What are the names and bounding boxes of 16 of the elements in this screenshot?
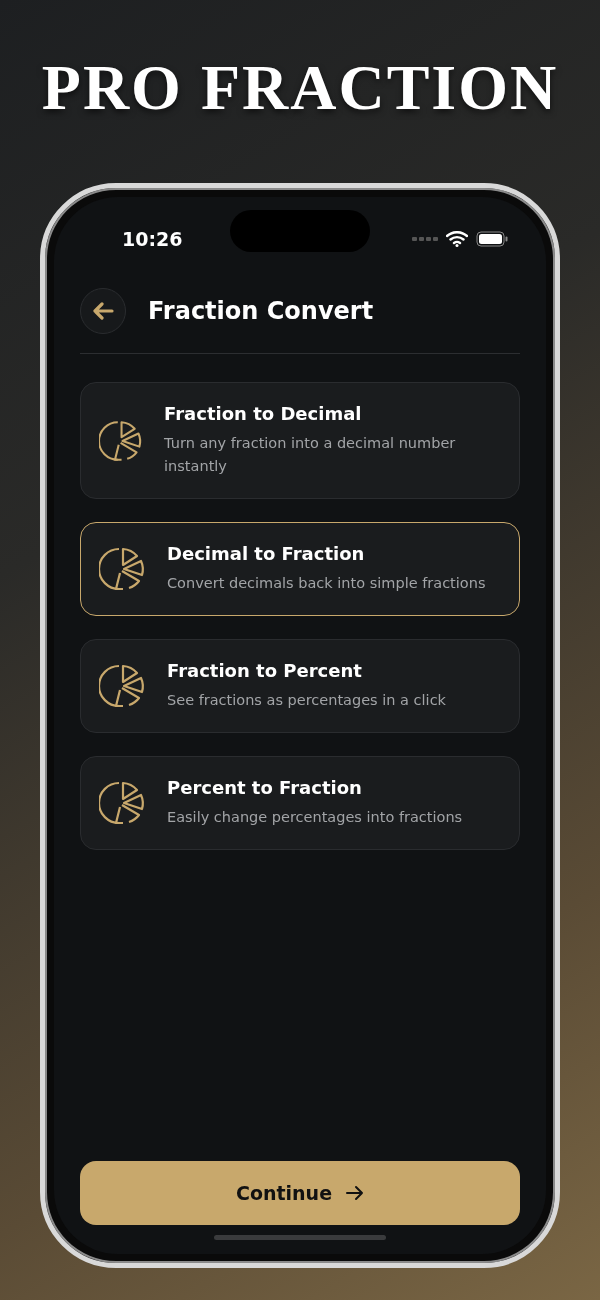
conversion-option-card[interactable]: Decimal to Fraction Convert decimals back into simple fractions (80, 522, 520, 616)
option-title: Decimal to Fraction (167, 543, 366, 564)
conversion-option-card[interactable]: Fraction to Percent See fractions as percentages in a click (80, 639, 520, 733)
status-time: 10:26 (122, 228, 183, 250)
app-headline: PRO FRACTION (41, 50, 559, 125)
screen-title: Fraction Convert (148, 297, 374, 325)
conversion-option-card[interactable]: Percent to Fraction Easily change percentages into fractions (80, 756, 520, 850)
option-title: Percent to Fraction (167, 777, 363, 798)
option-title: Fraction to Percent (167, 660, 363, 681)
option-description: Easily change percentages into fractions (167, 808, 463, 827)
option-description: Convert decimals back into simple fractions (167, 574, 486, 593)
option-title: Fraction to Decimal (164, 403, 363, 424)
conversion-option-card[interactable]: Fraction to Decimal Turn any fraction into a decimal number instantly (80, 382, 520, 499)
option-description: See fractions as percentages in a click (167, 691, 446, 710)
continue-button[interactable]: Continue (80, 1161, 520, 1225)
option-description: Turn any fraction into a decimal number instantly (164, 434, 457, 476)
